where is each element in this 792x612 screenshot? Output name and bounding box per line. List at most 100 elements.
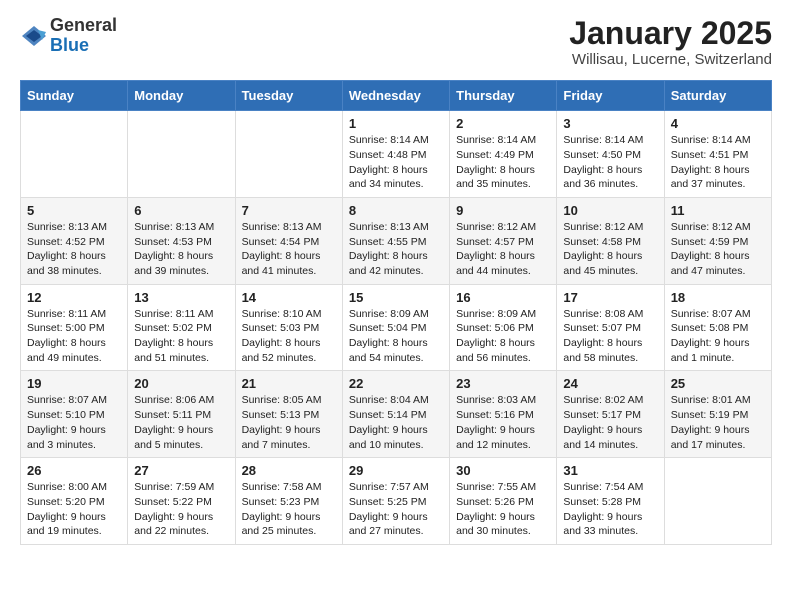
calendar-cell: 9Sunrise: 8:12 AMSunset: 4:57 PMDaylight… — [450, 197, 557, 284]
calendar-cell: 17 Sunrise: 8:08 AMSunset: 5:07 PMDayligh… — [557, 284, 664, 371]
day-number: 3 — [563, 116, 657, 131]
calendar-cell: 5 Sunrise: 8:13 AMSunset: 4:52 PMDaylight… — [21, 197, 128, 284]
day-info: Sunrise: 8:07 AMSunset: 5:10 PMDaylight:… — [27, 393, 121, 452]
day-info: Sunrise: 8:13 AMSunset: 4:52 PMDaylight:… — [27, 220, 121, 279]
header: General Blue January 2025 Willisau, Luce… — [20, 16, 772, 68]
calendar-week-1: 1 Sunrise: 8:14 AMSunset: 4:48 PMDaylight… — [21, 111, 772, 198]
calendar-cell: 25 Sunrise: 8:01 AMSunset: 5:19 PMDayligh… — [664, 371, 771, 458]
day-number: 4 — [671, 116, 765, 131]
day-number: 26 — [27, 463, 121, 478]
day-number: 19 — [27, 376, 121, 391]
calendar-cell — [21, 111, 128, 198]
calendar-cell: 12Sunrise: 8:11 AMSunset: 5:00 PMDayligh… — [21, 284, 128, 371]
day-info: Sunrise: 7:57 AMSunset: 5:25 PMDaylight:… — [349, 480, 443, 539]
weekday-header-thursday: Thursday — [450, 81, 557, 111]
location-title: Willisau, Lucerne, Switzerland — [569, 51, 772, 68]
calendar-header: SundayMondayTuesdayWednesdayThursdayFrid… — [21, 81, 772, 111]
weekday-header-monday: Monday — [128, 81, 235, 111]
day-info: Sunrise: 8:09 AMSunset: 5:04 PMDaylight:… — [349, 307, 443, 366]
day-number: 17 — [563, 290, 657, 305]
calendar-cell: 1 Sunrise: 8:14 AMSunset: 4:48 PMDaylight… — [342, 111, 449, 198]
month-title: January 2025 — [569, 16, 772, 51]
day-number: 1 — [349, 116, 443, 131]
day-info: Sunrise: 8:06 AMSunset: 5:11 PMDaylight:… — [134, 393, 228, 452]
logo-text: General Blue — [50, 16, 117, 56]
calendar-cell: 19 Sunrise: 8:07 AMSunset: 5:10 PMDayligh… — [21, 371, 128, 458]
weekday-header-friday: Friday — [557, 81, 664, 111]
day-info: Sunrise: 8:11 AMSunset: 5:00 PMDaylight:… — [27, 307, 121, 366]
day-info: Sunrise: 8:03 AMSunset: 5:16 PMDaylight:… — [456, 393, 550, 452]
calendar-cell: 27Sunrise: 7:59 AMSunset: 5:22 PMDayligh… — [128, 458, 235, 545]
day-info: Sunrise: 8:14 AMSunset: 4:49 PMDaylight:… — [456, 133, 550, 192]
calendar-cell: 23Sunrise: 8:03 AMSunset: 5:16 PMDayligh… — [450, 371, 557, 458]
calendar-cell: 20 Sunrise: 8:06 AMSunset: 5:11 PMDayligh… — [128, 371, 235, 458]
day-info: Sunrise: 8:08 AMSunset: 5:07 PMDaylight:… — [563, 307, 657, 366]
page: General Blue January 2025 Willisau, Luce… — [0, 0, 792, 561]
day-info: Sunrise: 8:13 AMSunset: 4:53 PMDaylight:… — [134, 220, 228, 279]
calendar-cell: 2 Sunrise: 8:14 AMSunset: 4:49 PMDaylight… — [450, 111, 557, 198]
day-info: Sunrise: 8:05 AMSunset: 5:13 PMDaylight:… — [242, 393, 336, 452]
day-number: 11 — [671, 203, 765, 218]
day-number: 7 — [242, 203, 336, 218]
calendar-week-4: 19 Sunrise: 8:07 AMSunset: 5:10 PMDayligh… — [21, 371, 772, 458]
day-number: 29 — [349, 463, 443, 478]
day-info: Sunrise: 8:10 AMSunset: 5:03 PMDaylight:… — [242, 307, 336, 366]
day-number: 20 — [134, 376, 228, 391]
day-number: 22 — [349, 376, 443, 391]
day-info: Sunrise: 8:02 AMSunset: 5:17 PMDaylight:… — [563, 393, 657, 452]
calendar-cell: 21Sunrise: 8:05 AMSunset: 5:13 PMDayligh… — [235, 371, 342, 458]
day-number: 25 — [671, 376, 765, 391]
day-info: Sunrise: 7:58 AMSunset: 5:23 PMDaylight:… — [242, 480, 336, 539]
day-info: Sunrise: 8:09 AMSunset: 5:06 PMDaylight:… — [456, 307, 550, 366]
day-number: 10 — [563, 203, 657, 218]
calendar-week-5: 26 Sunrise: 8:00 AMSunset: 5:20 PMDayligh… — [21, 458, 772, 545]
calendar-cell: 11Sunrise: 8:12 AMSunset: 4:59 PMDayligh… — [664, 197, 771, 284]
calendar-cell: 16 Sunrise: 8:09 AMSunset: 5:06 PMDayligh… — [450, 284, 557, 371]
day-number: 15 — [349, 290, 443, 305]
calendar-cell: 15 Sunrise: 8:09 AMSunset: 5:04 PMDayligh… — [342, 284, 449, 371]
day-number: 24 — [563, 376, 657, 391]
calendar-cell — [664, 458, 771, 545]
day-info: Sunrise: 8:14 AMSunset: 4:50 PMDaylight:… — [563, 133, 657, 192]
calendar-cell: 24 Sunrise: 8:02 AMSunset: 5:17 PMDayligh… — [557, 371, 664, 458]
day-info: Sunrise: 8:01 AMSunset: 5:19 PMDaylight:… — [671, 393, 765, 452]
calendar-cell: 14Sunrise: 8:10 AMSunset: 5:03 PMDayligh… — [235, 284, 342, 371]
calendar-body: 1 Sunrise: 8:14 AMSunset: 4:48 PMDaylight… — [21, 111, 772, 545]
day-number: 5 — [27, 203, 121, 218]
day-number: 16 — [456, 290, 550, 305]
calendar-week-3: 12Sunrise: 8:11 AMSunset: 5:00 PMDayligh… — [21, 284, 772, 371]
day-info: Sunrise: 8:11 AMSunset: 5:02 PMDaylight:… — [134, 307, 228, 366]
calendar-cell: 13 Sunrise: 8:11 AMSunset: 5:02 PMDayligh… — [128, 284, 235, 371]
day-number: 13 — [134, 290, 228, 305]
weekday-header-sunday: Sunday — [21, 81, 128, 111]
calendar-cell: 31Sunrise: 7:54 AMSunset: 5:28 PMDayligh… — [557, 458, 664, 545]
calendar-cell: 6Sunrise: 8:13 AMSunset: 4:53 PMDaylight… — [128, 197, 235, 284]
day-info: Sunrise: 8:07 AMSunset: 5:08 PMDaylight:… — [671, 307, 765, 366]
title-area: January 2025 Willisau, Lucerne, Switzerl… — [569, 16, 772, 68]
day-info: Sunrise: 8:14 AMSunset: 4:48 PMDaylight:… — [349, 133, 443, 192]
weekday-header-wednesday: Wednesday — [342, 81, 449, 111]
calendar-cell: 3 Sunrise: 8:14 AMSunset: 4:50 PMDaylight… — [557, 111, 664, 198]
calendar-cell: 29 Sunrise: 7:57 AMSunset: 5:25 PMDayligh… — [342, 458, 449, 545]
calendar-cell: 7Sunrise: 8:13 AMSunset: 4:54 PMDaylight… — [235, 197, 342, 284]
calendar-table: SundayMondayTuesdayWednesdayThursdayFrid… — [20, 80, 772, 545]
day-number: 18 — [671, 290, 765, 305]
logo-icon — [20, 22, 48, 50]
day-info: Sunrise: 8:04 AMSunset: 5:14 PMDaylight:… — [349, 393, 443, 452]
day-number: 27 — [134, 463, 228, 478]
day-info: Sunrise: 8:12 AMSunset: 4:57 PMDaylight:… — [456, 220, 550, 279]
calendar-cell: 10 Sunrise: 8:12 AMSunset: 4:58 PMDayligh… — [557, 197, 664, 284]
day-number: 31 — [563, 463, 657, 478]
weekday-header-row: SundayMondayTuesdayWednesdayThursdayFrid… — [21, 81, 772, 111]
day-info: Sunrise: 8:12 AMSunset: 4:58 PMDaylight:… — [563, 220, 657, 279]
calendar-cell: 18 Sunrise: 8:07 AMSunset: 5:08 PMDayligh… — [664, 284, 771, 371]
day-number: 28 — [242, 463, 336, 478]
day-number: 8 — [349, 203, 443, 218]
day-number: 2 — [456, 116, 550, 131]
calendar-cell — [128, 111, 235, 198]
calendar-cell: 30Sunrise: 7:55 AMSunset: 5:26 PMDayligh… — [450, 458, 557, 545]
calendar-cell: 22 Sunrise: 8:04 AMSunset: 5:14 PMDayligh… — [342, 371, 449, 458]
day-info: Sunrise: 8:00 AMSunset: 5:20 PMDaylight:… — [27, 480, 121, 539]
day-number: 30 — [456, 463, 550, 478]
calendar-cell: 28 Sunrise: 7:58 AMSunset: 5:23 PMDayligh… — [235, 458, 342, 545]
